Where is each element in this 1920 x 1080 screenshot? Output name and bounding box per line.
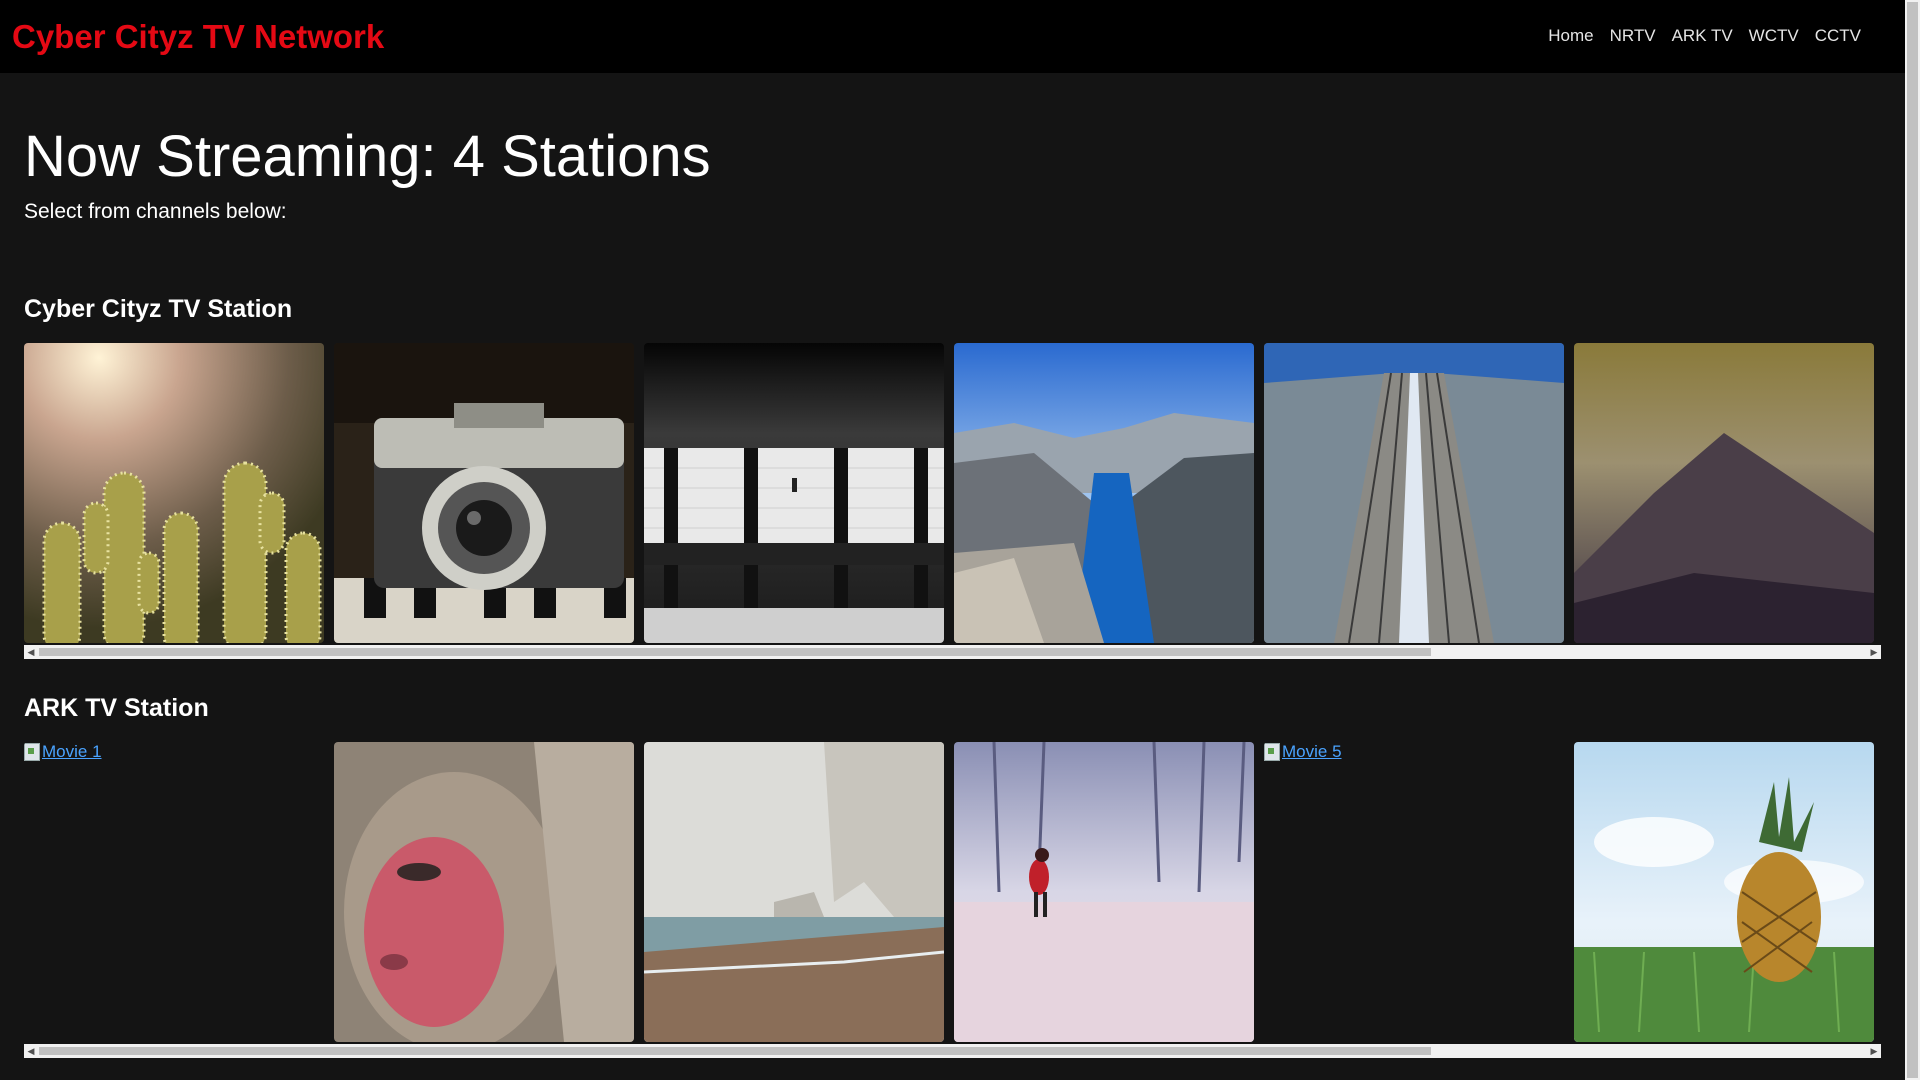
nav-links: Home NRTV ARK TV WCTV CCTV (1540, 25, 1869, 47)
tile-pineapple[interactable] (1574, 742, 1874, 1042)
tile-snow-person[interactable] (954, 742, 1254, 1042)
monkey-thumbnail (334, 742, 634, 1042)
nav-wctv[interactable]: WCTV (1741, 25, 1807, 47)
scroll-left-icon[interactable]: ◀ (24, 1044, 38, 1058)
cactus-thumbnail (24, 343, 324, 643)
page-title: Now Streaming: 4 Stations (24, 124, 711, 189)
nav-ark-tv[interactable]: ARK TV (1664, 25, 1741, 47)
snow-person-thumbnail (954, 742, 1254, 1042)
pineapple-thumbnail (1574, 742, 1874, 1042)
tile-cliffs[interactable] (644, 742, 944, 1042)
horizontal-scrollbar[interactable]: ◀ ▶ (24, 645, 1881, 659)
broken-image-icon (1264, 743, 1280, 761)
tile-railway[interactable] (1264, 343, 1564, 643)
section-title: ARK TV Station (24, 694, 209, 722)
navbar: Cyber Cityz TV Network Home NRTV ARK TV … (0, 0, 1905, 73)
mountain-thumbnail (1574, 343, 1874, 643)
scroll-right-icon[interactable]: ▶ (1867, 645, 1881, 659)
nav-nrtv[interactable]: NRTV (1602, 25, 1664, 47)
tile-movie-5[interactable]: Movie 5 (1264, 742, 1564, 1042)
movie-5-alt: Movie 5 (1282, 742, 1342, 761)
horizontal-scrollbar[interactable]: ◀ ▶ (24, 1044, 1881, 1058)
channel-row: ◀ ▶ (24, 343, 1881, 659)
movie-5-link[interactable]: Movie 5 (1264, 742, 1342, 762)
scroll-left-icon[interactable]: ◀ (24, 645, 38, 659)
cliffs-thumbnail (644, 742, 944, 1042)
camera-thumbnail (334, 343, 634, 643)
horizontal-scrollbar-thumb[interactable] (39, 1047, 1431, 1055)
railway-thumbnail (1264, 343, 1564, 643)
broken-image-icon (24, 743, 40, 761)
subway-thumbnail (644, 343, 944, 643)
tile-movie-1[interactable]: Movie 1 (24, 742, 324, 1042)
tile-monkey[interactable] (334, 742, 634, 1042)
scroll-right-icon[interactable]: ▶ (1867, 1044, 1881, 1058)
fjord-thumbnail (954, 343, 1254, 643)
page-scrollbar-thumb[interactable] (1907, 2, 1918, 1078)
horizontal-scrollbar-thumb[interactable] (39, 648, 1431, 656)
tile-camera[interactable] (334, 343, 634, 643)
tile-fjord[interactable] (954, 343, 1254, 643)
tile-cactus[interactable] (24, 343, 324, 643)
movie-1-alt: Movie 1 (42, 742, 102, 761)
tile-subway[interactable] (644, 343, 944, 643)
section-title: Cyber Cityz TV Station (24, 295, 293, 323)
channel-row: Movie 1 Movie 5 ◀ ▶ (24, 742, 1881, 1058)
nav-home[interactable]: Home (1540, 25, 1601, 47)
page-subtitle: Select from channels below: (24, 200, 287, 223)
nav-cctv[interactable]: CCTV (1807, 25, 1869, 47)
tile-mountain[interactable] (1574, 343, 1874, 643)
page-scrollbar[interactable] (1905, 0, 1920, 1080)
movie-1-link[interactable]: Movie 1 (24, 742, 102, 762)
brand-logo[interactable]: Cyber Cityz TV Network (12, 18, 384, 56)
